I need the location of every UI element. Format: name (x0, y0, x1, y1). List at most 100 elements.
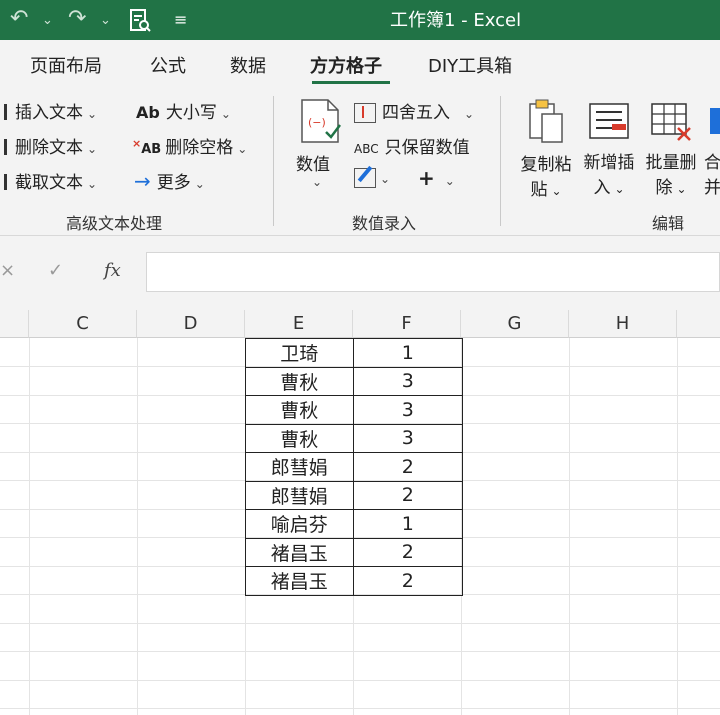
data-table: 卫琦 1 曹秋 3 曹秋 3 曹秋 3 郎彗娟 2 郎彗娟 2 喻启芬 1 褚昌玉 2 褚昌玉 2 (245, 338, 464, 596)
column-header-e[interactable]: E (245, 310, 353, 338)
chevron-down-icon: ⌄ (380, 172, 391, 186)
insert-function-icon[interactable]: fx (104, 260, 121, 281)
chevron-down-icon: ⌄ (464, 107, 475, 121)
remove-spaces-icon: ×AB (132, 137, 162, 157)
tab-diy-toolbox[interactable]: DIY工具箱 (428, 52, 512, 78)
arrow-right-icon: → (134, 169, 151, 193)
insert-rows-icon (589, 103, 629, 139)
edit-cell-icon (354, 165, 376, 188)
keep-values-button[interactable]: ABC 只保留数值 (354, 133, 470, 158)
ribbon: 插入文本 ⌄ 删除文本 ⌄ 截取文本 ⌄ Ab 大小写 ⌄ ×AB 删除空格 ⌄ → 更多 ⌄ 高… (0, 86, 720, 236)
round-button[interactable]: 四舍五入 ⌄ (354, 98, 474, 123)
value-cell[interactable]: 2 (352, 566, 464, 596)
clipboard-icon (529, 99, 563, 143)
add-button[interactable]: + ⌄ (418, 166, 455, 190)
cancel-icon[interactable]: × (0, 260, 15, 281)
column-header-h[interactable]: H (569, 310, 677, 338)
value-cell[interactable]: 1 (352, 509, 464, 539)
table-row: 褚昌玉 2 (245, 566, 464, 596)
tab-formulas[interactable]: 公式 (150, 52, 186, 78)
table-row: 曹秋 3 (245, 395, 464, 425)
remove-spaces-button[interactable]: ×AB 删除空格 ⌄ (132, 133, 247, 158)
table-row: 郎彗娟 2 (245, 480, 464, 510)
chevron-down-icon: ⌄ (312, 175, 323, 189)
name-cell[interactable]: 曹秋 (245, 423, 354, 453)
table-row: 曹秋 3 (245, 366, 464, 396)
column-header-g[interactable]: G (461, 310, 569, 338)
name-cell[interactable]: 褚昌玉 (245, 566, 354, 596)
title-bar: ↶ ⌄ ↷ ⌄ ≡ 工作簿1 - Excel (0, 0, 720, 40)
group-separator (500, 96, 501, 226)
customize-toolbar-icon[interactable]: ≡ (174, 10, 187, 29)
name-cell[interactable]: 曹秋 (245, 395, 354, 425)
case-button[interactable]: Ab 大小写 ⌄ (136, 98, 231, 123)
formula-bar: × ✓ fx (0, 236, 720, 310)
redo-icon[interactable]: ↷ (68, 6, 86, 31)
chevron-down-icon: ⌄ (237, 142, 248, 156)
column-header-i-partial[interactable] (677, 310, 720, 338)
value-cell[interactable]: 3 (352, 395, 464, 425)
name-cell[interactable]: 褚昌玉 (245, 537, 354, 567)
redo-dropdown-icon[interactable]: ⌄ (100, 13, 111, 28)
column-header-b-partial[interactable] (0, 310, 29, 338)
group-label-text: 高级文本处理 (66, 214, 163, 233)
value-cell[interactable]: 2 (352, 480, 464, 510)
value-cell[interactable]: 2 (352, 452, 464, 482)
svg-text:(−): (−) (308, 116, 326, 129)
extract-text-icon (4, 174, 7, 190)
column-header-c[interactable]: C (29, 310, 137, 338)
column-header-d[interactable]: D (137, 310, 245, 338)
name-cell[interactable]: 郎彗娟 (245, 452, 354, 482)
merge-button-partial[interactable]: 合 并 (704, 98, 720, 208)
tab-page-layout[interactable]: 页面布局 (30, 52, 102, 78)
enter-checkmark-icon[interactable]: ✓ (48, 260, 63, 281)
name-cell[interactable]: 郎彗娟 (245, 480, 354, 510)
insert-text-icon (4, 104, 7, 120)
value-cell[interactable]: 3 (352, 366, 464, 396)
name-cell[interactable]: 卫琦 (245, 338, 354, 368)
tab-data[interactable]: 数据 (230, 52, 266, 78)
chevron-down-icon: ⌄ (87, 142, 98, 156)
delete-text-icon (4, 139, 7, 155)
group-separator (273, 96, 274, 226)
undo-dropdown-icon[interactable]: ⌄ (42, 13, 53, 28)
chevron-down-icon: ⌄ (220, 107, 231, 121)
table-row: 郎彗娟 2 (245, 452, 464, 482)
merge-icon (710, 108, 720, 134)
value-button[interactable]: (−) 数值 ⌄ (296, 98, 346, 198)
formula-input[interactable] (146, 252, 720, 292)
value-cell[interactable]: 2 (352, 537, 464, 567)
table-row: 褚昌玉 2 (245, 537, 464, 567)
chevron-down-icon: ⌄ (551, 184, 562, 198)
chevron-down-icon: ⌄ (614, 182, 625, 196)
chevron-down-icon: ⌄ (87, 107, 98, 121)
undo-icon[interactable]: ↶ (10, 6, 28, 31)
more-button[interactable]: → 更多 ⌄ (134, 168, 205, 193)
edit-format-button[interactable]: ⌄ (354, 165, 391, 188)
value-icon: (−) (301, 99, 341, 143)
table-row: 曹秋 3 (245, 423, 464, 453)
tab-fangfang[interactable]: 方方格子 (310, 52, 382, 78)
group-label-number: 数值录入 (352, 214, 417, 233)
case-icon: Ab (136, 103, 160, 122)
chevron-down-icon: ⌄ (87, 177, 98, 191)
delete-grid-icon (651, 103, 691, 141)
ribbon-tabs: 页面布局 公式 数据 方方格子 DIY工具箱 (0, 40, 720, 86)
value-cell[interactable]: 1 (352, 338, 464, 368)
value-cell[interactable]: 3 (352, 423, 464, 453)
column-header-f[interactable]: F (353, 310, 461, 338)
insert-new-button[interactable]: 新增插 入 ⌄ (580, 98, 638, 208)
insert-text-button[interactable]: 插入文本 ⌄ (4, 98, 97, 123)
name-cell[interactable]: 喻启芬 (245, 509, 354, 539)
round-icon (354, 103, 376, 123)
print-preview-icon[interactable] (128, 8, 152, 40)
extract-text-button[interactable]: 截取文本 ⌄ (4, 168, 97, 193)
active-tab-indicator (312, 81, 390, 84)
chevron-down-icon: ⌄ (194, 177, 205, 191)
table-row: 卫琦 1 (245, 338, 464, 368)
group-label-edit: 编辑 (652, 214, 685, 233)
delete-text-button[interactable]: 删除文本 ⌄ (4, 133, 97, 158)
copy-paste-button[interactable]: 复制粘 贴 ⌄ (516, 98, 576, 208)
name-cell[interactable]: 曹秋 (245, 366, 354, 396)
batch-delete-button[interactable]: 批量删 除 ⌄ (642, 98, 700, 208)
